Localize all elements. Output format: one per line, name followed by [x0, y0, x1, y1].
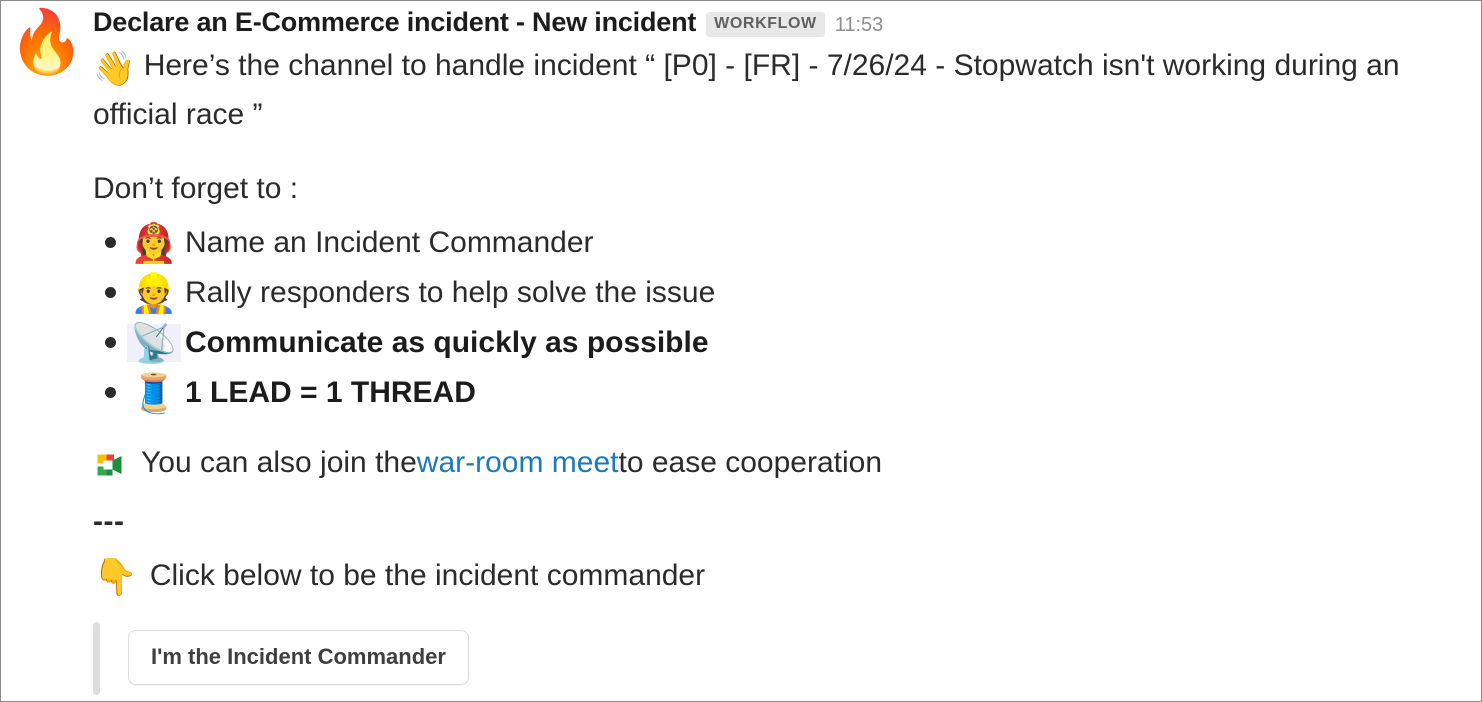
bullet-icon	[93, 237, 127, 248]
meet-line: You can also join the war-room meet to e…	[93, 418, 1461, 485]
list-item-label: Rally responders to help solve the issue	[185, 276, 716, 310]
message-timestamp[interactable]: 11:53	[835, 14, 884, 37]
checklist: 👩‍🚒 Name an Incident Commander 👷 Rally r…	[93, 218, 1461, 418]
war-room-meet-link[interactable]: war-room meet	[417, 440, 619, 485]
bullet-icon	[93, 387, 127, 398]
list-item: 👷 Rally responders to help solve the iss…	[93, 268, 1461, 318]
list-item: 👩‍🚒 Name an Incident Commander	[93, 218, 1461, 268]
satellite-antenna-icon: 📡	[127, 323, 181, 362]
message-content: Declare an E-Commerce incident - New inc…	[93, 5, 1481, 695]
meet-prefix-text: You can also join the	[141, 445, 417, 479]
attachment-bar	[93, 622, 100, 695]
attachment-block: I'm the Incident Commander	[93, 600, 1461, 695]
slack-message-frame: 🔥 Declare an E-Commerce incident - New i…	[0, 0, 1482, 702]
intro-text: Here’s the channel to handle incident “ …	[93, 49, 1400, 131]
attachment-body: I'm the Incident Commander	[128, 622, 469, 694]
thread-spool-icon: 🧵	[130, 370, 178, 415]
waving-hand-icon: 👋	[93, 49, 136, 89]
list-item: 🧵 1 LEAD = 1 THREAD	[93, 368, 1461, 418]
fire-emoji-avatar[interactable]: 🔥	[8, 11, 85, 73]
bullet-icon	[93, 287, 127, 298]
google-meet-icon	[93, 448, 129, 478]
message-header: Declare an E-Commerce incident - New inc…	[93, 7, 1461, 40]
list-item-label: Communicate as quickly as possible	[185, 326, 709, 360]
avatar-column: 🔥	[1, 5, 93, 695]
checklist-heading: Don’t forget to :	[93, 172, 299, 206]
list-item: 📡 Communicate as quickly as possible	[93, 318, 1461, 368]
intro-paragraph: 👋 Here’s the channel to handle incident …	[93, 42, 1461, 149]
workflow-badge: WORKFLOW	[706, 12, 825, 37]
list-item-label: 1 LEAD = 1 THREAD	[185, 376, 476, 410]
firefighter-icon: 👩‍🚒	[130, 220, 178, 265]
cta-text: Click below to be the incident commander	[149, 558, 706, 592]
cta-line: 👇 Click below to be the incident command…	[93, 538, 1461, 601]
sender-name[interactable]: Declare an E-Commerce incident - New inc…	[93, 7, 696, 38]
slack-message: 🔥 Declare an E-Commerce incident - New i…	[1, 1, 1481, 695]
text-divider: ---	[93, 504, 125, 538]
message-body: 👋 Here’s the channel to handle incident …	[93, 42, 1461, 695]
incident-commander-button[interactable]: I'm the Incident Commander	[128, 630, 469, 685]
meet-suffix-text: to ease cooperation	[618, 445, 883, 479]
bullet-icon	[93, 337, 127, 348]
construction-worker-icon: 👷	[130, 270, 178, 315]
list-item-label: Name an Incident Commander	[185, 226, 594, 260]
